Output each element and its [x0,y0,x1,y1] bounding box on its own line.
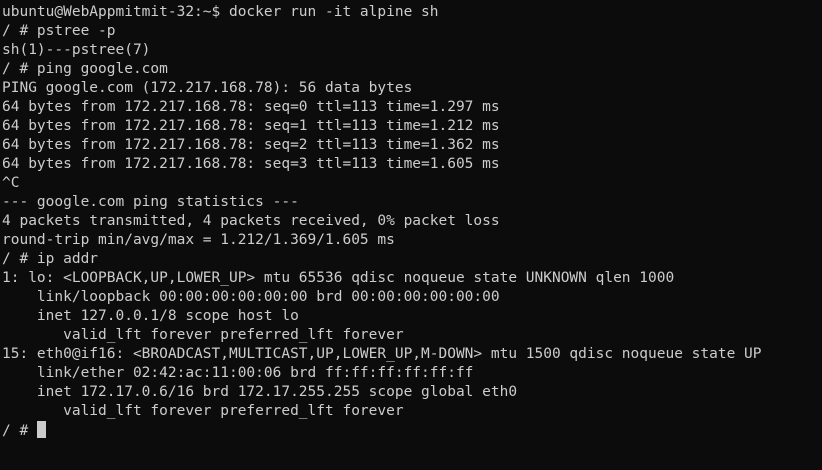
terminal-line-output: 15: eth0@if16: <BROADCAST,MULTICAST,UP,L… [2,346,762,362]
terminal-line-output: inet 127.0.0.1/8 scope host lo [2,308,299,324]
terminal-line-output: 64 bytes from 172.217.168.78: seq=3 ttl=… [2,156,500,172]
terminal-line-output: link/loopback 00:00:00:00:00:00 brd 00:0… [2,289,500,305]
terminal-line-output: 1: lo: <LOOPBACK,UP,LOWER_UP> mtu 65536 … [2,270,675,286]
terminal-line-command-ping: / # ping google.com [2,61,168,77]
terminal-line-output: valid_lft forever preferred_lft forever [2,327,404,343]
terminal-line-command-docker-run: ubuntu@WebAppmitmit-32:~$ docker run -it… [2,4,439,20]
terminal-line-output: valid_lft forever preferred_lft forever [2,403,404,419]
shell-prompt: / # [2,423,37,439]
terminal-line-output: ^C [2,175,20,191]
terminal-line-output: 64 bytes from 172.217.168.78: seq=0 ttl=… [2,99,500,115]
terminal-line-output: round-trip min/avg/max = 1.212/1.369/1.6… [2,232,395,248]
terminal-line-output: inet 172.17.0.6/16 brd 172.17.255.255 sc… [2,384,518,400]
terminal-line-output: 64 bytes from 172.217.168.78: seq=1 ttl=… [2,118,500,134]
terminal-line-command-ip-addr: / # ip addr [2,251,99,267]
terminal-line-output: 4 packets transmitted, 4 packets receive… [2,213,500,229]
terminal-line-command-pstree: / # pstree -p [2,23,116,39]
text-cursor [36,421,46,438]
terminal-line-output: link/ether 02:42:ac:11:00:06 brd ff:ff:f… [2,365,474,381]
terminal-line-output: 64 bytes from 172.217.168.78: seq=2 ttl=… [2,137,500,153]
terminal-line-output: sh(1)---pstree(7) [2,42,151,58]
terminal-line-output: PING google.com (172.217.168.78): 56 dat… [2,80,413,96]
terminal-prompt-line[interactable]: / # [2,421,822,440]
terminal-line-output: --- google.com ping statistics --- [2,194,299,210]
terminal-window[interactable]: ubuntu@WebAppmitmit-32:~$ docker run -it… [0,0,822,470]
